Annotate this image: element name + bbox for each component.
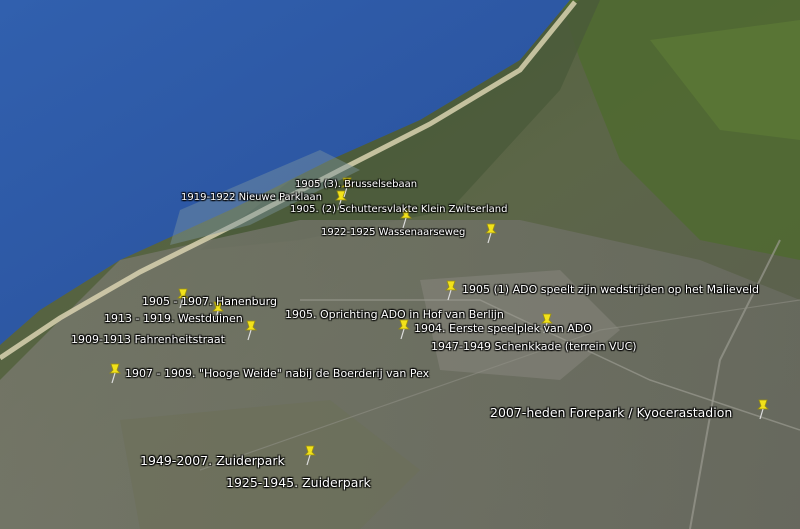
place-label-forepark[interactable]: 2007-heden Forepark / Kyocerastadion [490,405,732,420]
place-label-schenkkade[interactable]: 1947-1949 Schenkkade (terrein VUC) [431,340,637,353]
place-label-nieuwe-parklaan[interactable]: 1919-1922 Nieuwe Parklaan [181,192,322,203]
place-label-brusselsebaan[interactable]: 1905 (3). Brusselsebaan [295,179,417,190]
pushpin-icon-fahrenheitstraat[interactable] [241,319,261,341]
place-label-wassenaarseweg[interactable]: 1922-1925 Wassenaarseweg [321,227,465,238]
place-label-malieveld[interactable]: 1905 (1) ADO speelt zijn wedstrijden op … [462,283,759,296]
pushpin-icon-zuiderpark[interactable] [300,444,320,466]
place-label-hof-van-berlijn[interactable]: 1905. Oprichting ADO in Hof van Berlijn [285,308,504,321]
pushpin-icon-hooge-weide[interactable] [105,362,125,384]
pushpin-icon-eerste-speelplek[interactable] [394,318,414,340]
place-label-zuiderpark-1945[interactable]: 1925-1945. Zuiderpark [226,475,371,490]
pushpin-icon-forepark[interactable] [753,398,773,420]
place-label-zuiderpark-2007[interactable]: 1949-2007. Zuiderpark [140,453,285,468]
place-label-fahrenheitstraat[interactable]: 1909-1913 Fahrenheitstraat [71,333,225,346]
aerial-map[interactable]: 1905 (3). Brusselsebaan 1919-1922 Nieuwe… [0,0,800,529]
place-label-westduinen[interactable]: 1913 - 1919. Westduinen [104,312,243,325]
place-label-hooge-weide[interactable]: 1907 - 1909. "Hooge Weide" nabij de Boer… [125,367,429,380]
pushpin-icon-malieveld[interactable] [441,279,461,301]
place-label-eerste-speelplek[interactable]: 1904. Eerste speelplek van ADO [414,322,592,335]
place-label-klein-zwitserland[interactable]: 1905. (2) Schuttersvlakte Klein Zwitserl… [290,204,507,215]
terrain-background [0,0,800,529]
place-label-hanenburg[interactable]: 1905 - 1907. Hanenburg [142,295,277,308]
pushpin-icon-wassenaarseweg[interactable] [481,222,501,244]
